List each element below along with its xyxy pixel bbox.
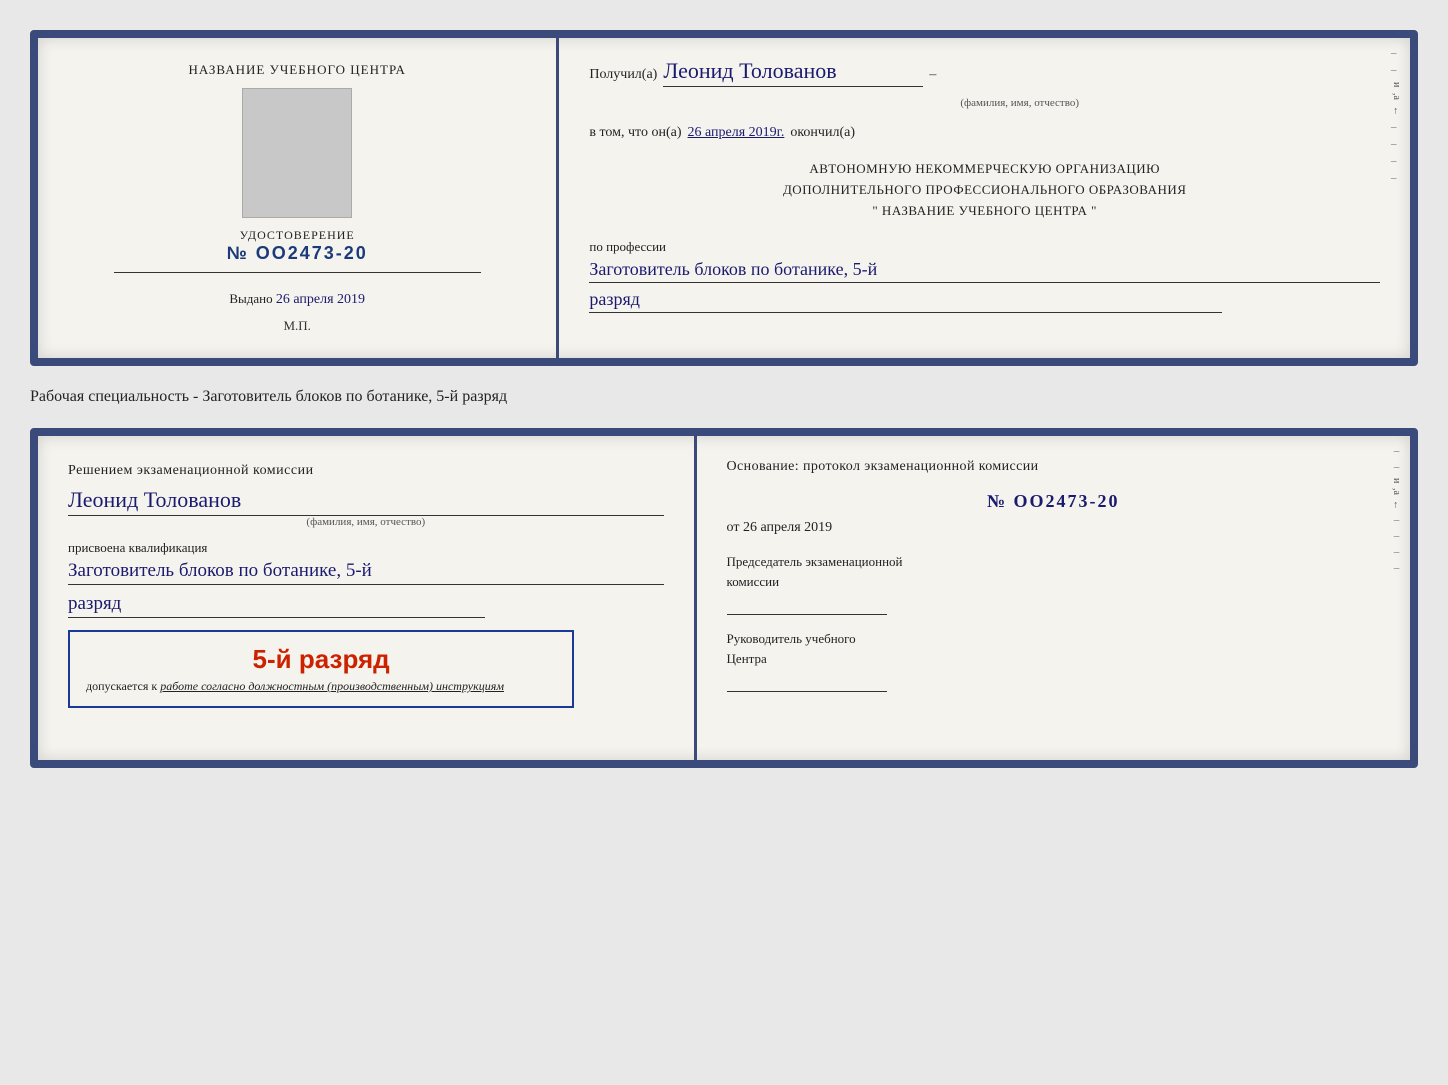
exam-right-panel: Основание: протокол экзаменационной коми… xyxy=(697,436,1410,760)
cert-right-panel: Получил(а) Леонид Толованов – (фамилия, … xyxy=(559,38,1410,358)
exam-head-block: Руководитель учебного Центра xyxy=(727,629,1380,692)
right-side-marks: – – и ,а ← – – – – xyxy=(1391,446,1402,574)
exam-person-subtext: (фамилия, имя, отчество) xyxy=(68,516,664,528)
badge-allowed: допускается к работе согласно должностны… xyxy=(86,679,556,694)
profession-block: по профессии Заготовитель блоков по бота… xyxy=(589,239,1380,313)
exam-left-panel: Решением экзаменационной комиссии Леонид… xyxy=(38,436,697,760)
recipient-subtext: (фамилия, имя, отчество) xyxy=(589,97,1380,109)
cert-fact-line: в том, что он(а) 26 апреля 2019г. окончи… xyxy=(589,125,1380,141)
exam-basis-label: Основание: протокол экзаменационной коми… xyxy=(727,456,1380,477)
exam-chairman-block: Председатель экзаменационной комиссии xyxy=(727,552,1380,615)
recipient-line: Получил(а) Леонид Толованов – xyxy=(589,58,1380,87)
org-block: АВТОНОМНУЮ НЕКОММЕРЧЕСКУЮ ОРГАНИЗАЦИЮ ДО… xyxy=(589,159,1380,221)
exam-decision-line: Решением экзаменационной комиссии xyxy=(68,460,664,481)
cert-issued-line: Выдано 26 апреля 2019 xyxy=(229,291,365,308)
exam-person-name: Леонид Толованов xyxy=(68,487,664,516)
exam-protocol-number: № OO2473-20 xyxy=(727,491,1380,512)
cert-number-section: УДОСТОВЕРЕНИЕ № OO2473-20 xyxy=(227,228,368,264)
badge-box: 5-й разряд допускается к работе согласно… xyxy=(68,630,574,708)
exam-profession: Заготовитель блоков по ботанике, 5-й xyxy=(68,560,664,585)
page-wrapper: НАЗВАНИЕ УЧЕБНОГО ЦЕНТРА УДОСТОВЕРЕНИЕ №… xyxy=(20,20,1428,778)
exam-razryad: разряд xyxy=(68,593,485,618)
cert-number: № OO2473-20 xyxy=(227,243,368,264)
side-marks: – – и ,а ← – – – – xyxy=(1391,48,1402,184)
specialty-text: Рабочая специальность - Заготовитель бло… xyxy=(30,384,1418,410)
mp-label: М.П. xyxy=(283,308,310,334)
exam-qualification-label: присвоена квалификация xyxy=(68,540,664,556)
cert-label: УДОСТОВЕРЕНИЕ xyxy=(227,228,368,243)
exam-date-line: от 26 апреля 2019 xyxy=(727,520,1380,536)
exam-card: Решением экзаменационной комиссии Леонид… xyxy=(30,428,1418,768)
cert-left-panel: НАЗВАНИЕ УЧЕБНОГО ЦЕНТРА УДОСТОВЕРЕНИЕ №… xyxy=(38,38,559,358)
badge-rank: 5-й разряд xyxy=(86,644,556,675)
photo-placeholder xyxy=(242,88,352,218)
certificate-card-1: НАЗВАНИЕ УЧЕБНОГО ЦЕНТРА УДОСТОВЕРЕНИЕ №… xyxy=(30,30,1418,366)
head-signature-line xyxy=(727,676,887,692)
cert-training-center-title: НАЗВАНИЕ УЧЕБНОГО ЦЕНТРА xyxy=(188,62,405,78)
chairman-signature-line xyxy=(727,599,887,615)
